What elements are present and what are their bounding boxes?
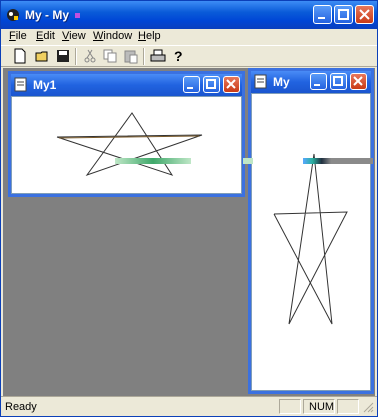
status-pane-caps bbox=[279, 399, 301, 414]
print-icon[interactable] bbox=[150, 48, 166, 64]
new-icon[interactable] bbox=[12, 48, 28, 64]
menu-help[interactable]: Help bbox=[138, 30, 161, 42]
child-minimize-button[interactable] bbox=[183, 76, 200, 93]
toolbar-separator bbox=[75, 48, 77, 65]
child-window-my[interactable]: My bbox=[248, 68, 374, 394]
minimize-icon bbox=[318, 17, 325, 19]
cut-icon[interactable] bbox=[82, 48, 98, 64]
title-bar[interactable]: My - My bbox=[1, 1, 377, 29]
svg-text:?: ? bbox=[174, 48, 183, 64]
status-text: Ready bbox=[5, 401, 37, 413]
document-marker bbox=[75, 13, 80, 18]
mdi-client-area[interactable]: My1 My bbox=[3, 68, 375, 396]
toolbar: ? bbox=[1, 45, 377, 67]
render-artifact bbox=[303, 158, 373, 164]
menu-window[interactable]: Window bbox=[93, 30, 132, 42]
drawing-canvas[interactable] bbox=[11, 96, 242, 194]
child-close-button[interactable] bbox=[223, 76, 240, 93]
close-button[interactable] bbox=[355, 5, 374, 24]
app-icon bbox=[7, 9, 19, 21]
child-title: My bbox=[273, 75, 290, 89]
close-icon bbox=[226, 79, 236, 89]
menu-view[interactable]: View bbox=[62, 30, 86, 42]
maximize-button[interactable] bbox=[334, 5, 353, 24]
document-icon bbox=[254, 74, 267, 89]
status-pane-scroll bbox=[337, 399, 359, 414]
child-title-bar[interactable]: My1 bbox=[11, 74, 242, 96]
child-title: My1 bbox=[33, 78, 57, 92]
save-icon[interactable] bbox=[55, 48, 71, 64]
menu-file[interactable]: File bbox=[9, 30, 27, 42]
child-maximize-button[interactable] bbox=[203, 76, 220, 93]
star-drawing bbox=[273, 153, 348, 325]
maximize-icon bbox=[333, 76, 343, 86]
child-title-bar[interactable]: My bbox=[251, 71, 371, 93]
minimize-icon bbox=[187, 87, 193, 89]
minimize-button[interactable] bbox=[313, 5, 332, 24]
render-artifact bbox=[115, 158, 191, 164]
drawing-canvas[interactable] bbox=[251, 93, 371, 391]
help-icon[interactable]: ? bbox=[170, 48, 186, 64]
menu-edit[interactable]: Edit bbox=[36, 30, 55, 42]
status-bar: Ready NUM bbox=[1, 396, 377, 416]
child-close-button[interactable] bbox=[350, 73, 367, 90]
toolbar-separator bbox=[143, 48, 145, 65]
main-window: My - My File Edit View Window Help ? My1… bbox=[0, 0, 378, 417]
child-maximize-button[interactable] bbox=[330, 73, 347, 90]
paste-icon[interactable] bbox=[123, 48, 139, 64]
minimize-icon bbox=[314, 84, 320, 86]
copy-icon[interactable] bbox=[102, 48, 118, 64]
maximize-icon bbox=[206, 79, 216, 89]
resize-grip-icon[interactable] bbox=[362, 401, 374, 413]
close-icon bbox=[359, 9, 370, 20]
close-icon bbox=[353, 76, 363, 86]
menu-bar: File Edit View Window Help bbox=[1, 29, 377, 45]
child-window-my1[interactable]: My1 bbox=[8, 71, 245, 197]
maximize-icon bbox=[338, 9, 349, 20]
render-artifact bbox=[243, 158, 253, 164]
open-icon[interactable] bbox=[35, 48, 51, 64]
window-title: My - My bbox=[25, 8, 70, 22]
star-drawing bbox=[56, 112, 203, 176]
status-num-indicator: NUM bbox=[309, 401, 335, 413]
document-icon bbox=[14, 77, 27, 92]
child-minimize-button[interactable] bbox=[310, 73, 327, 90]
